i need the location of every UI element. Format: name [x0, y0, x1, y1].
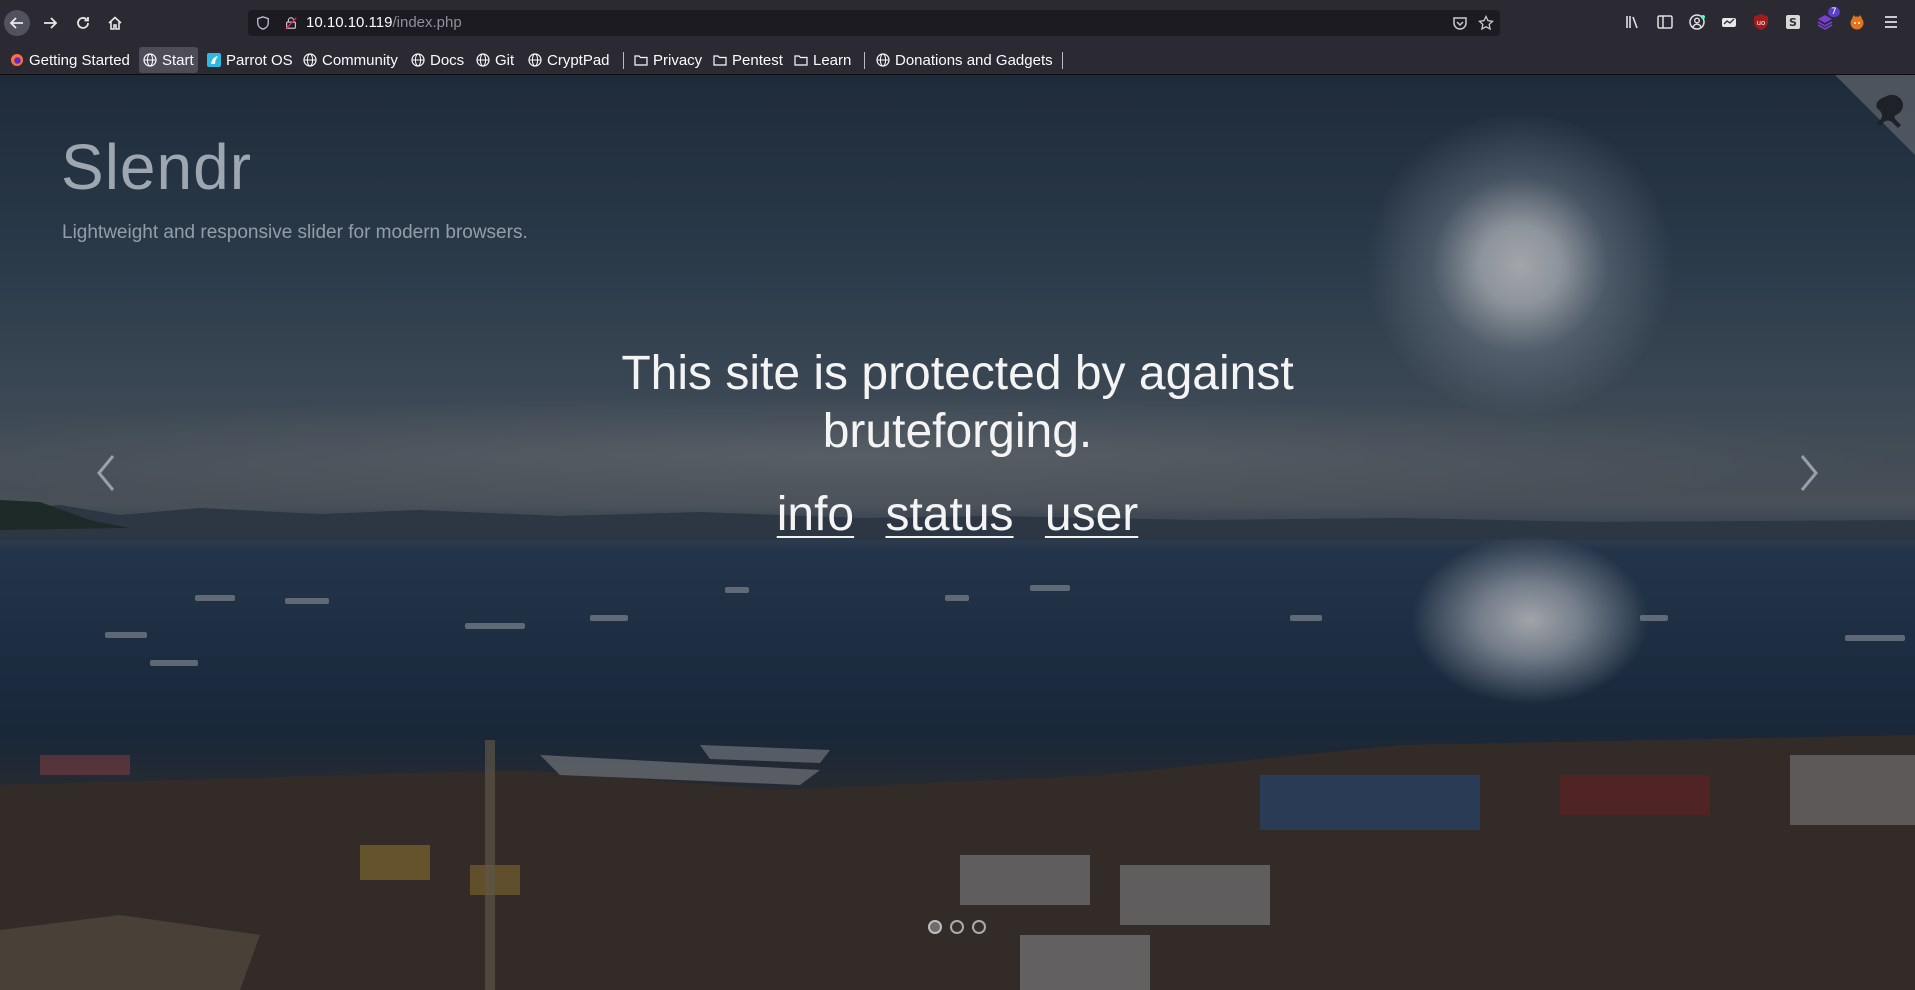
info-link[interactable]: info: [777, 488, 854, 541]
insecure-lock-icon[interactable]: [284, 16, 298, 30]
globe-icon: [528, 53, 542, 67]
url-path: /index.php: [392, 14, 462, 31]
parrot-icon: [207, 53, 221, 67]
extension-icon[interactable]: [1719, 12, 1739, 32]
globe-icon: [876, 53, 890, 67]
slider-prev-button[interactable]: [91, 450, 121, 496]
back-button[interactable]: [4, 10, 30, 36]
bookmark-label: Start: [162, 51, 194, 69]
folder-icon: [794, 55, 808, 66]
bookmark-label: Parrot OS: [226, 51, 293, 69]
slide-headline: This site is protected by against brutef…: [621, 347, 1294, 458]
arrow-left-icon: [9, 17, 23, 29]
bookmark-docs[interactable]: Docs: [407, 47, 468, 73]
slider-dot[interactable]: [928, 920, 942, 934]
library-icon[interactable]: [1623, 12, 1643, 32]
folder-icon: [634, 55, 648, 66]
bookmark-parrot-os[interactable]: Parrot OS: [203, 47, 297, 73]
reload-button[interactable]: [70, 10, 96, 36]
firefox-icon: [11, 54, 23, 66]
bookmark-label: CryptPad: [547, 51, 610, 69]
bookmark-separator: [864, 52, 865, 69]
globe-icon: [411, 53, 425, 67]
slider-dot[interactable]: [950, 920, 964, 934]
bookmark-folder-learn[interactable]: Learn: [790, 47, 855, 73]
chevron-left-icon: [97, 455, 115, 491]
sidebar-icon[interactable]: [1655, 12, 1675, 32]
bookmark-label: Getting Started: [29, 51, 130, 69]
forward-button[interactable]: [37, 10, 63, 36]
user-link[interactable]: user: [1045, 488, 1138, 541]
bookmarks-toolbar: Getting Started Start Parrot OS Communit…: [0, 45, 1915, 75]
shield-icon[interactable]: [256, 16, 270, 30]
slider-pagination: [928, 920, 986, 934]
globe-icon: [476, 53, 490, 67]
bookmark-label: Donations and Gadgets: [895, 51, 1053, 69]
url-host: 10.10.10.119: [306, 14, 393, 31]
home-button[interactable]: [102, 10, 128, 36]
github-corner-link[interactable]: [1835, 75, 1915, 155]
url-bar[interactable]: 10.10.10.119/index.php: [248, 10, 1500, 865]
url-text[interactable]: 10.10.10.119/index.php: [306, 14, 462, 31]
chevron-right-icon: [1800, 455, 1818, 491]
bookmark-cryptpad[interactable]: CryptPad: [524, 47, 614, 73]
bookmark-label: Docs: [430, 51, 465, 69]
menu-icon[interactable]: [1881, 12, 1901, 32]
bookmark-label: Privacy: [653, 51, 703, 69]
globe-icon: [143, 53, 157, 67]
bookmark-git[interactable]: Git: [472, 47, 518, 73]
account-icon[interactable]: [1687, 12, 1707, 32]
ublock-origin-icon[interactable]: uo: [1751, 12, 1771, 32]
extension-s-icon[interactable]: S: [1783, 12, 1803, 32]
bookmark-start[interactable]: Start: [139, 47, 198, 73]
status-link[interactable]: status: [885, 488, 1013, 541]
bookmark-label: Pentest: [732, 51, 783, 69]
svg-text:S: S: [1789, 16, 1797, 29]
page-subtitle: Lightweight and responsive slider for mo…: [62, 222, 528, 243]
bookmark-label: Community: [322, 51, 398, 69]
bookmark-getting-started[interactable]: Getting Started: [6, 47, 134, 73]
arrow-right-icon: [44, 17, 58, 29]
browser-toolbar: 10.10.10.119/index.php uo S 7: [0, 0, 1915, 865]
bookmark-label: Learn: [813, 51, 852, 69]
bookmark-folder-pentest[interactable]: Pentest: [709, 47, 787, 73]
folder-icon: [713, 55, 727, 66]
bookmark-star-icon[interactable]: [1478, 15, 1494, 31]
bookmark-folder-privacy[interactable]: Privacy: [630, 47, 706, 73]
home-icon: [108, 16, 122, 30]
fox-extension-icon[interactable]: [1847, 12, 1867, 32]
globe-icon: [303, 53, 317, 67]
bookmark-community[interactable]: Community: [299, 47, 402, 73]
bookmark-donations-and-gadgets[interactable]: Donations and Gadgets: [872, 47, 1057, 73]
bookmark-separator: [1062, 52, 1063, 69]
reload-icon: [77, 17, 89, 29]
slider-next-button[interactable]: [1794, 450, 1824, 496]
slide-links: info status user: [560, 487, 1355, 542]
bookmark-separator: [623, 52, 624, 69]
svg-text:uo: uo: [1757, 19, 1766, 27]
slider-dot[interactable]: [972, 920, 986, 934]
pocket-icon[interactable]: [1452, 15, 1468, 31]
bookmark-label: Git: [495, 51, 515, 69]
page-viewport: Slendr Lightweight and responsive slider…: [0, 75, 1915, 990]
page-title: Slendr: [61, 131, 252, 203]
addons-badge: 7: [1828, 7, 1840, 17]
